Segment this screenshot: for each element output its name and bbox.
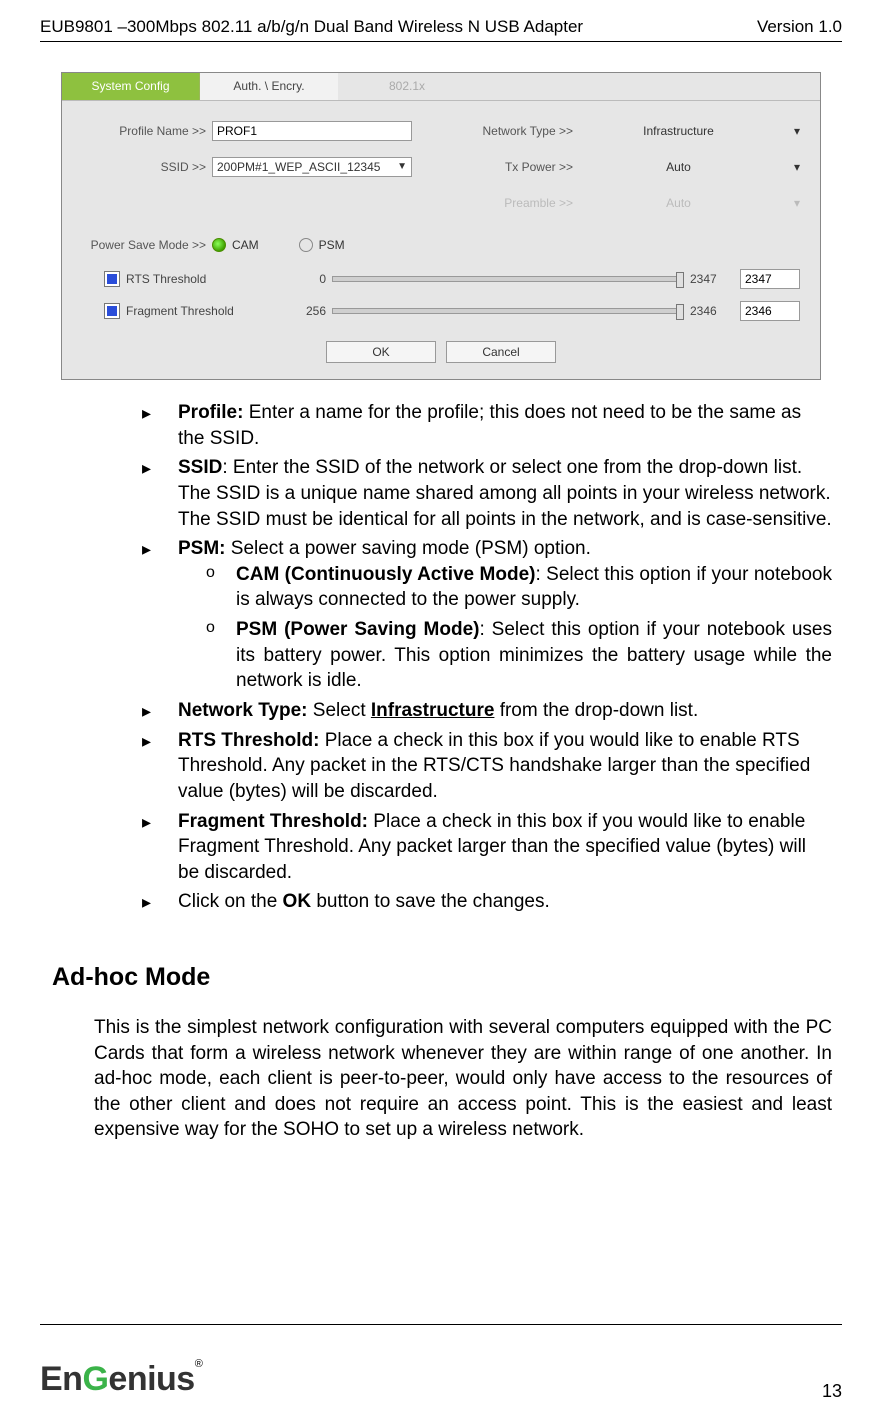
config-panel: System Config Auth. \ Encry. 802.1x Prof… xyxy=(61,72,821,380)
frag-value-input[interactable] xyxy=(740,301,800,321)
bullet-rts: RTS Threshold: Place a check in this box… xyxy=(142,728,832,805)
rts-slider[interactable] xyxy=(332,276,684,282)
ssid-select[interactable]: 200PM#1_WEP_ASCII_12345 ▼ xyxy=(212,157,412,177)
label-frag: Fragment Threshold xyxy=(126,303,286,319)
page-number: 13 xyxy=(822,1379,842,1403)
bullet-ok: Click on the OK button to save the chang… xyxy=(142,889,832,915)
bullet-frag: Fragment Threshold: Place a check in thi… xyxy=(142,809,832,886)
tx-power-dropdown[interactable]: ▾ xyxy=(778,159,800,175)
header-rule xyxy=(40,41,842,42)
radio-cam[interactable] xyxy=(212,238,226,252)
label-network-type: Network Type >> xyxy=(459,123,579,139)
tabbar: System Config Auth. \ Encry. 802.1x xyxy=(62,73,820,101)
header-left: EUB9801 –300Mbps 802.11 a/b/g/n Dual Ban… xyxy=(40,16,583,39)
brand-logo: EnGenius® xyxy=(40,1357,203,1403)
ok-button[interactable]: OK xyxy=(326,341,436,363)
profile-name-input[interactable] xyxy=(212,121,412,141)
label-tx-power: Tx Power >> xyxy=(459,159,579,175)
checkbox-frag[interactable] xyxy=(104,303,120,319)
network-type-dropdown[interactable]: ▾ xyxy=(778,123,800,139)
tx-power-value: Auto xyxy=(579,159,778,175)
tab-auth-encry[interactable]: Auth. \ Encry. xyxy=(200,73,338,100)
label-preamble: Preamble >> xyxy=(459,195,579,211)
tab-system-config[interactable]: System Config xyxy=(62,73,200,100)
sub-bullet-psm: PSM (Power Saving Mode): Select this opt… xyxy=(206,617,832,694)
label-ssid: SSID >> xyxy=(82,159,212,175)
label-psm-option: PSM xyxy=(319,237,345,253)
bullet-psm: PSM: Select a power saving mode (PSM) op… xyxy=(142,536,832,694)
cancel-button[interactable]: Cancel xyxy=(446,341,556,363)
bullet-network-type: Network Type: Select Infrastructure from… xyxy=(142,698,832,724)
rts-min: 0 xyxy=(286,271,326,287)
label-profile-name: Profile Name >> xyxy=(82,123,212,139)
preamble-dropdown: ▾ xyxy=(778,195,800,211)
tab-8021x: 802.1x xyxy=(338,73,476,100)
checkbox-rts[interactable] xyxy=(104,271,120,287)
chevron-down-icon: ▼ xyxy=(397,160,407,174)
sub-bullet-cam: CAM (Continuously Active Mode): Select t… xyxy=(206,562,832,613)
footer-rule xyxy=(40,1324,842,1325)
slider-thumb-icon[interactable] xyxy=(676,304,684,320)
bullet-profile: Profile: Enter a name for the profile; t… xyxy=(142,400,832,451)
preamble-value: Auto xyxy=(579,195,778,211)
label-cam: CAM xyxy=(232,237,259,253)
rts-max: 2347 xyxy=(690,271,730,287)
label-rts: RTS Threshold xyxy=(126,271,286,287)
ssid-value: 200PM#1_WEP_ASCII_12345 xyxy=(217,159,380,175)
heading-adhoc: Ad-hoc Mode xyxy=(52,961,832,995)
header-right: Version 1.0 xyxy=(757,16,842,39)
bullet-ssid: SSID: Enter the SSID of the network or s… xyxy=(142,455,832,532)
slider-thumb-icon[interactable] xyxy=(676,272,684,288)
content-body: Profile: Enter a name for the profile; t… xyxy=(40,400,842,1143)
frag-min: 256 xyxy=(286,303,326,319)
rts-value-input[interactable] xyxy=(740,269,800,289)
network-type-value: Infrastructure xyxy=(579,123,778,139)
label-psm: Power Save Mode >> xyxy=(82,237,212,253)
adhoc-paragraph: This is the simplest network configurati… xyxy=(52,1015,832,1143)
frag-slider[interactable] xyxy=(332,308,684,314)
radio-psm[interactable] xyxy=(299,238,313,252)
frag-max: 2346 xyxy=(690,303,730,319)
